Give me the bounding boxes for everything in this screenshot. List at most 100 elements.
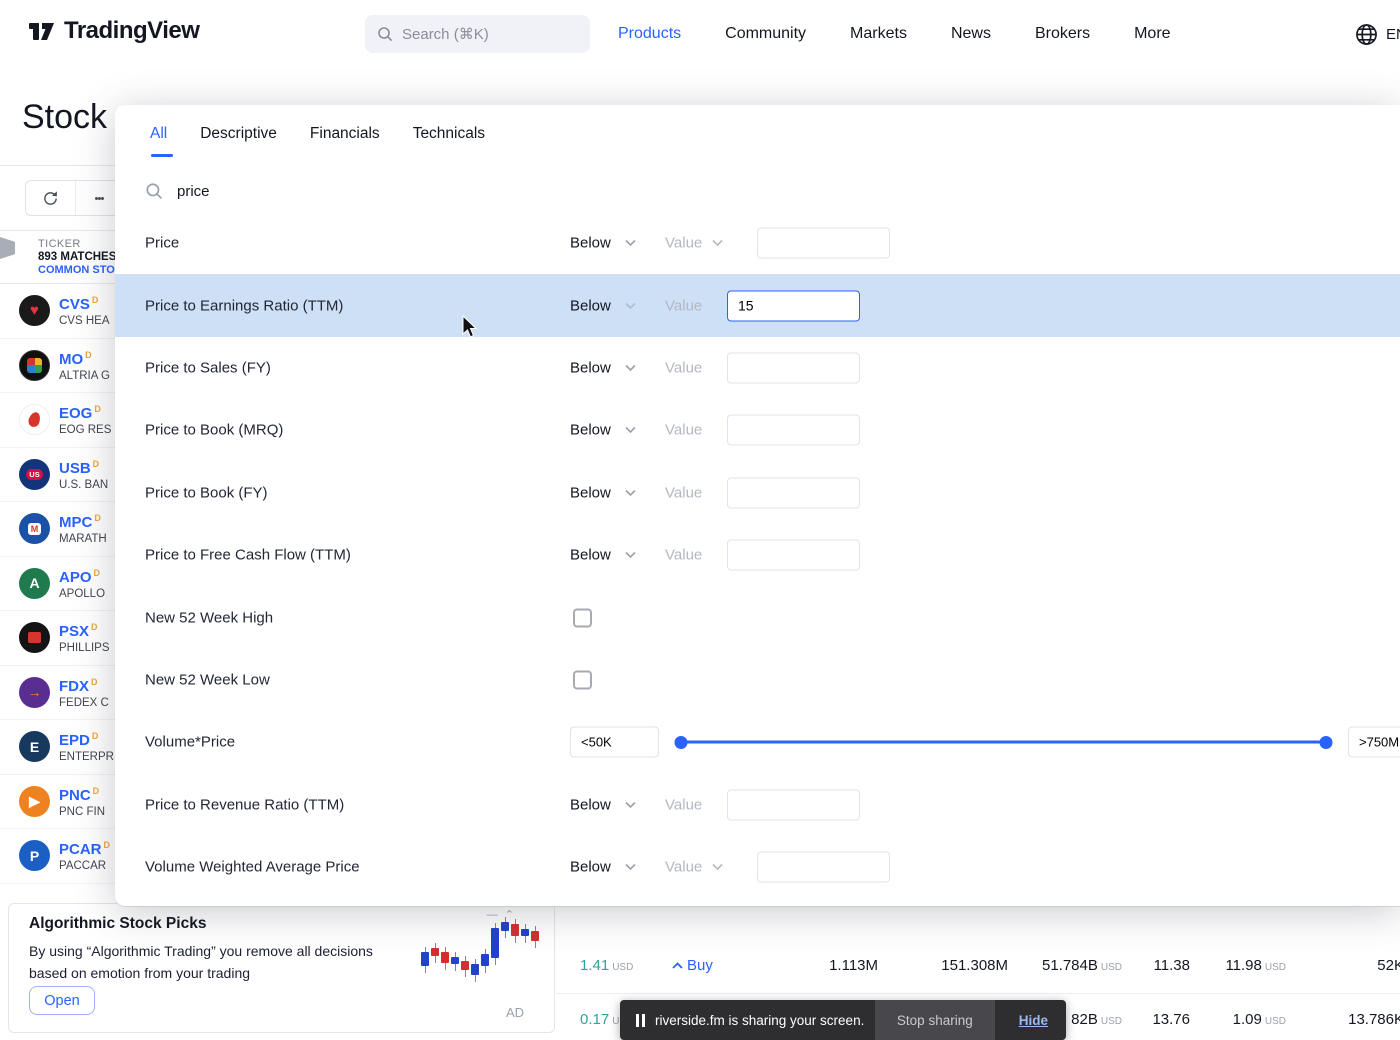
filter-value-input[interactable] [727, 290, 860, 321]
filter-row[interactable]: Volume*Price [115, 711, 1400, 773]
ticker-logo-icon: P [19, 840, 50, 871]
range-slider-track[interactable] [681, 741, 1326, 744]
cell-market-cap: 51.784BUSD [956, 957, 1122, 974]
filter-search-input[interactable] [177, 183, 577, 200]
operator-dropdown[interactable]: Below [570, 422, 636, 439]
ticker-row-pcar[interactable]: PPCARDPACCAR [0, 829, 116, 884]
filter-row[interactable]: New 52 Week Low [115, 649, 1400, 711]
filter-row[interactable]: Price to Earnings Ratio (TTM) Below Value [115, 274, 1400, 336]
ticker-logo-icon [19, 350, 50, 381]
range-max-input[interactable] [1348, 727, 1400, 758]
mouse-cursor [462, 315, 480, 339]
operator-dropdown[interactable]: Below [570, 547, 636, 564]
screen-share-bar: riverside.fm is sharing your screen. Sto… [620, 1000, 1066, 1040]
cell-price: 1.41USD [580, 957, 633, 974]
filter-search[interactable] [145, 175, 745, 207]
search-input[interactable]: Search (⌘K) [365, 15, 590, 53]
filter-value-input[interactable] [727, 477, 860, 508]
range-slider-handle-max[interactable] [1320, 736, 1333, 749]
value-type-dropdown[interactable]: Value [665, 422, 702, 439]
tab-technicals[interactable]: Technicals [413, 125, 485, 157]
value-type-dropdown[interactable]: Value [665, 359, 702, 376]
filter-value-input[interactable] [727, 415, 860, 446]
nav-link-brokers[interactable]: Brokers [1035, 25, 1090, 43]
value-type-label: Value [665, 796, 702, 813]
filter-row[interactable]: Price to Revenue Ratio (TTM)BelowValue [115, 774, 1400, 836]
value-type-dropdown[interactable]: Value [665, 297, 702, 314]
ticker-row-fdx[interactable]: →FDXDFEDEX C [0, 666, 116, 721]
operator-dropdown[interactable]: Below [570, 796, 636, 813]
ad-title: Algorithmic Stock Picks [29, 915, 206, 933]
ticker-row-mpc[interactable]: MMPCDMARATH [0, 502, 116, 557]
operator-dropdown[interactable]: Below [570, 235, 636, 252]
nav-link-news[interactable]: News [951, 25, 991, 43]
refresh-button[interactable] [26, 181, 75, 215]
stop-sharing-button[interactable]: Stop sharing [875, 1000, 995, 1040]
nav-link-more[interactable]: More [1134, 25, 1170, 43]
value-type-dropdown[interactable]: Value [665, 235, 723, 252]
ticker-row-epd[interactable]: EEPDDENTERPR [0, 720, 116, 775]
search-placeholder: Search (⌘K) [402, 25, 489, 43]
filter-checkbox[interactable] [573, 670, 592, 689]
filter-row[interactable]: Price to Free Cash Flow (TTM)BelowValue [115, 524, 1400, 586]
filter-row[interactable]: New 52 Week High [115, 586, 1400, 648]
operator-dropdown[interactable]: Below [570, 484, 636, 501]
filter-row[interactable]: Volume Weighted Average PriceBelowValue [115, 836, 1400, 898]
value-type-dropdown[interactable]: Value [665, 484, 702, 501]
operator-dropdown[interactable]: Below [570, 859, 636, 876]
filter-value-input[interactable] [727, 352, 860, 383]
chevron-down-icon [625, 364, 636, 371]
filter-row[interactable]: Price to Sales (FY)BelowValue [115, 337, 1400, 399]
share-message: riverside.fm is sharing your screen. [655, 1013, 864, 1028]
ticker-flag: D [94, 568, 101, 578]
ticker-row-cvs[interactable]: ♥CVSDCVS HEA [0, 284, 116, 339]
tab-descriptive[interactable]: Descriptive [200, 125, 277, 157]
ticker-symbol: MPC [59, 514, 92, 531]
range-slider-handle-min[interactable] [675, 736, 688, 749]
value-type-dropdown[interactable]: Value [665, 547, 702, 564]
nav-link-markets[interactable]: Markets [850, 25, 907, 43]
tab-financials[interactable]: Financials [310, 125, 380, 157]
operator-value: Below [570, 235, 611, 252]
nav-link-community[interactable]: Community [725, 25, 806, 43]
hide-link[interactable]: Hide [1019, 1013, 1048, 1028]
tab-all[interactable]: All [150, 125, 167, 157]
ticker-row-psx[interactable]: PSXDPHILLIPS [0, 611, 116, 666]
filter-row[interactable]: Price to Book (FY) Below Value [115, 462, 1400, 524]
range-min-input[interactable] [570, 727, 659, 758]
ticker-row-apo[interactable]: AAPODAPOLLO [0, 557, 116, 612]
operator-value: Below [570, 484, 611, 501]
filter-value-input[interactable] [727, 540, 860, 571]
filter-value-input[interactable] [727, 789, 860, 820]
ticker-row-pnc[interactable]: ▶PNCDPNC FIN [0, 775, 116, 830]
ticker-flag: D [91, 622, 98, 632]
operator-dropdown[interactable]: Below [570, 359, 636, 376]
filter-checkbox[interactable] [573, 608, 592, 627]
ad-card: Algorithmic Stock Picks — ⌃ By using “Al… [8, 903, 555, 1033]
ad-open-button[interactable]: Open [29, 986, 95, 1015]
ticker-name: APOLLO [59, 586, 105, 602]
filter-label: Price to Book (FY) [145, 484, 268, 501]
ad-candlestick-image [421, 912, 546, 1002]
ticker-row-usb[interactable]: USUSBDU.S. BAN [0, 448, 116, 503]
filter-value-input[interactable] [757, 852, 890, 883]
ticker-name: FEDEX C [59, 695, 109, 711]
filter-row[interactable]: Price to Book (MRQ)BelowValue [115, 399, 1400, 461]
refresh-icon [42, 190, 59, 207]
value-type-dropdown[interactable]: Value [665, 796, 702, 813]
screener-toolbar [25, 180, 125, 216]
filter-row[interactable]: PriceBelowValue [115, 212, 1400, 274]
value-type-dropdown[interactable]: Value [665, 859, 723, 876]
search-icon [145, 182, 163, 200]
ticker-row-mo[interactable]: MODALTRIA G [0, 339, 116, 394]
language-switch[interactable]: EN [1355, 0, 1400, 68]
ticker-row-eog[interactable]: EOGDEOG RES [0, 393, 116, 448]
tradingview-logo[interactable]: TradingView [28, 17, 199, 45]
filter-label: Price to Earnings Ratio (TTM) [145, 297, 343, 314]
nav-link-products[interactable]: Products [618, 25, 681, 43]
operator-value: Below [570, 359, 611, 376]
panel-handle[interactable] [0, 237, 15, 259]
operator-dropdown[interactable]: Below [570, 297, 636, 314]
filter-value-input[interactable] [757, 228, 890, 259]
cell-pe: 13.76 [1116, 1011, 1190, 1028]
